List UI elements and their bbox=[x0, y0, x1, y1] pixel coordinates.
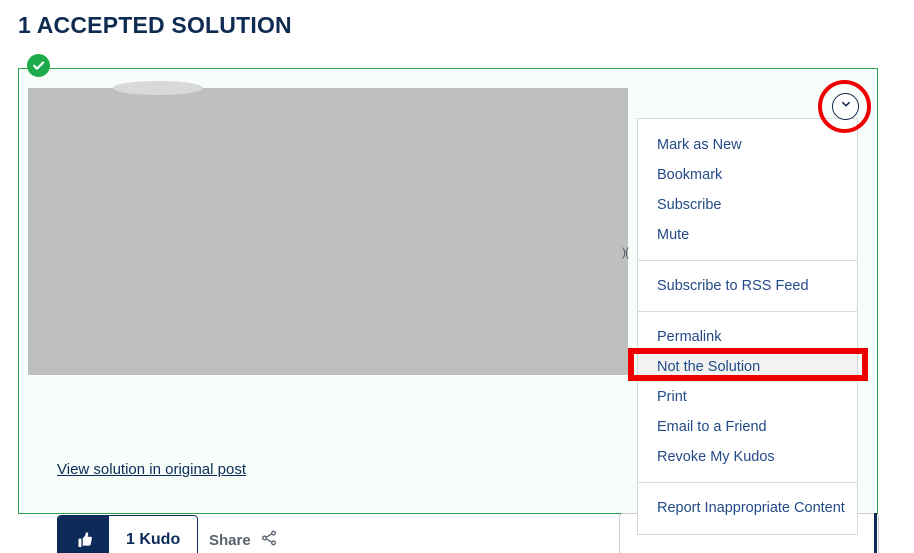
menu-item-mute[interactable]: Mute bbox=[638, 220, 857, 250]
share-label: Share bbox=[209, 532, 251, 549]
share-icon[interactable] bbox=[260, 529, 278, 552]
view-solution-in-original-post-link[interactable]: View solution in original post bbox=[57, 461, 246, 478]
menu-separator bbox=[638, 311, 857, 312]
redacted-text-fragment: )( bbox=[622, 245, 629, 259]
check-circle-icon bbox=[27, 54, 50, 77]
menu-separator bbox=[638, 482, 857, 483]
menu-group: Permalink Not the Solution Print Email t… bbox=[638, 319, 857, 475]
menu-item-report-inappropriate-content[interactable]: Report Inappropriate Content bbox=[638, 493, 857, 523]
share-control[interactable]: Share bbox=[209, 529, 278, 552]
redacted-post-content bbox=[28, 81, 628, 375]
menu-item-subscribe-to-rss-feed[interactable]: Subscribe to RSS Feed bbox=[638, 271, 857, 301]
menu-item-revoke-my-kudos[interactable]: Revoke My Kudos bbox=[638, 442, 857, 472]
menu-separator bbox=[638, 260, 857, 261]
page-title: 1 ACCEPTED SOLUTION bbox=[18, 12, 292, 38]
kudos-count-label: 1 Kudo bbox=[109, 516, 198, 553]
menu-group: Mark as New Bookmark Subscribe Mute bbox=[638, 127, 857, 253]
menu-item-mark-as-new[interactable]: Mark as New bbox=[638, 130, 857, 160]
solution-page: 1 ACCEPTED SOLUTION View solution in ori… bbox=[0, 0, 914, 553]
options-dropdown-menu[interactable]: Mark as New Bookmark Subscribe Mute Subs… bbox=[637, 118, 858, 535]
menu-group: Subscribe to RSS Feed bbox=[638, 268, 857, 304]
menu-group: Report Inappropriate Content bbox=[638, 490, 857, 526]
menu-item-bookmark[interactable]: Bookmark bbox=[638, 160, 857, 190]
chevron-down-icon bbox=[839, 97, 853, 116]
menu-item-permalink[interactable]: Permalink bbox=[638, 322, 857, 352]
thumbs-up-icon bbox=[58, 516, 109, 553]
menu-item-not-the-solution[interactable]: Not the Solution bbox=[638, 352, 857, 382]
obscured-action-button-edge bbox=[874, 513, 877, 553]
menu-item-email-to-a-friend[interactable]: Email to a Friend bbox=[638, 412, 857, 442]
menu-item-subscribe[interactable]: Subscribe bbox=[638, 190, 857, 220]
menu-item-print[interactable]: Print bbox=[638, 382, 857, 412]
kudos-button[interactable]: 1 Kudo bbox=[57, 515, 199, 553]
options-toggle-button[interactable] bbox=[832, 93, 859, 120]
